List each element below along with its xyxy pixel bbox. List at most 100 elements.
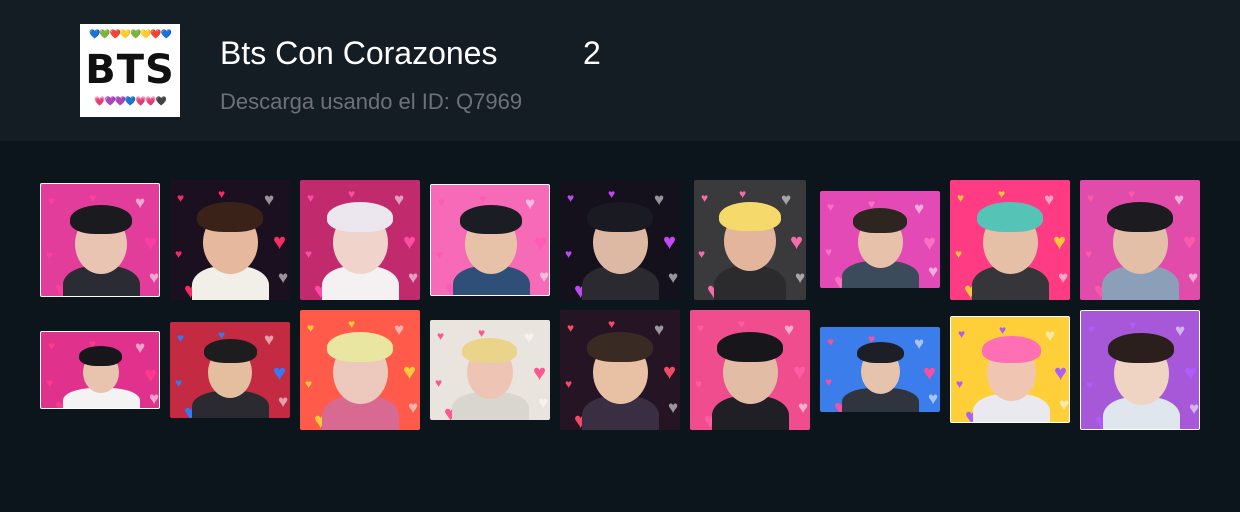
sticker-17[interactable]: ♥♥♥♥♥♥♥♥ [950, 316, 1070, 423]
heart-icon: ♥ [1054, 360, 1068, 385]
heart-icon: ♥ [48, 339, 56, 353]
heart-icon: ♥ [928, 262, 939, 281]
logo-hearts-top: 💙💚❤️💛💚💛❤️💙 [89, 29, 172, 39]
pack-count: 2 [583, 35, 601, 71]
heart-icon: ♥ [1183, 229, 1197, 254]
heart-icon: ♥ [567, 191, 575, 205]
heart-icon: ♥ [668, 398, 679, 417]
sticker-14[interactable]: ♥♥♥♥♥♥♥♥ [560, 310, 680, 430]
heart-icon: ♥ [663, 229, 677, 254]
pack-header: 💙💚❤️💛💚💛❤️💙 BTS 💗💜💜💙💗💗🖤 Bts Con Corazones… [0, 0, 1240, 141]
heart-icon: ♥ [1088, 322, 1096, 336]
heart-icon: ♥ [436, 248, 444, 262]
heart-icon: ♥ [654, 320, 665, 339]
heart-icon: ♥ [177, 331, 185, 345]
heart-icon: ♥ [408, 268, 419, 287]
heart-icon: ♥ [1085, 247, 1093, 261]
heart-icon: ♥ [668, 268, 679, 287]
heart-icon: ♥ [567, 321, 575, 335]
heart-icon: ♥ [348, 317, 356, 331]
heart-icon: ♥ [408, 398, 419, 417]
sticker-13[interactable]: ♥♥♥♥♥♥♥♥ [430, 320, 550, 420]
heart-icon: ♥ [534, 230, 548, 255]
sticker-11[interactable]: ♥♥♥♥♥♥♥♥ [170, 322, 290, 418]
heart-icon: ♥ [278, 268, 289, 287]
pack-title: Bts Con Corazones [220, 35, 498, 71]
heart-icon: ♥ [394, 190, 405, 209]
heart-icon: ♥ [218, 187, 226, 201]
heart-icon: ♥ [738, 317, 746, 331]
person-hair [982, 336, 1041, 363]
sticker-4[interactable]: ♥♥♥♥♥♥♥♥ [430, 184, 550, 296]
heart-icon: ♥ [177, 191, 185, 205]
heart-icon: ♥ [1129, 318, 1137, 332]
person-hair [587, 202, 653, 232]
heart-icon: ♥ [348, 187, 356, 201]
heart-icon: ♥ [955, 247, 963, 261]
heart-icon: ♥ [1184, 360, 1198, 385]
sticker-5[interactable]: ♥♥♥♥♥♥♥♥ [560, 180, 680, 300]
sticker-9[interactable]: ♥♥♥♥♥♥♥♥ [1080, 180, 1200, 300]
sticker-16[interactable]: ♥♥♥♥♥♥♥♥ [820, 327, 940, 412]
heart-icon: ♥ [1175, 321, 1186, 340]
sticker-15[interactable]: ♥♥♥♥♥♥♥♥ [690, 310, 810, 430]
sticker-10[interactable]: ♥♥♥♥♥♥♥♥ [40, 331, 160, 409]
heart-icon: ♥ [539, 267, 550, 286]
person-hair [462, 338, 517, 363]
heart-icon: ♥ [175, 376, 183, 390]
heart-icon: ♥ [827, 200, 835, 214]
person-hair [853, 208, 907, 233]
person-hair [1107, 202, 1173, 232]
heart-icon: ♥ [437, 329, 445, 343]
heart-icon: ♥ [135, 193, 146, 212]
person-body [714, 266, 786, 300]
person-hair [717, 332, 783, 362]
person-hair [197, 202, 263, 232]
logo-hearts-bottom: 💗💜💜💙💗💗🖤 [94, 96, 166, 106]
sticker-1[interactable]: ♥♥♥♥♥♥♥♥ [40, 183, 160, 297]
logo-text: BTS [85, 47, 175, 93]
heart-icon: ♥ [438, 195, 446, 209]
heart-icon: ♥ [48, 194, 56, 208]
heart-icon: ♥ [1087, 191, 1095, 205]
heart-icon: ♥ [739, 187, 747, 201]
heart-icon: ♥ [923, 360, 937, 385]
person-hair [79, 346, 122, 366]
heart-icon: ♥ [1188, 268, 1199, 287]
person-hair [857, 342, 904, 363]
heart-icon: ♥ [305, 247, 313, 261]
sticker-8[interactable]: ♥♥♥♥♥♥♥♥ [950, 180, 1070, 300]
heart-icon: ♥ [175, 247, 183, 261]
heart-icon: ♥ [914, 199, 925, 218]
heart-icon: ♥ [1053, 229, 1067, 254]
heart-icon: ♥ [825, 245, 833, 259]
sticker-18[interactable]: ♥♥♥♥♥♥♥♥ [1080, 310, 1200, 430]
heart-icon: ♥ [565, 377, 573, 391]
heart-icon: ♥ [654, 190, 665, 209]
sticker-7[interactable]: ♥♥♥♥♥♥♥♥ [820, 191, 940, 288]
person-hair [977, 202, 1043, 232]
heart-icon: ♥ [533, 360, 547, 385]
heart-icon: ♥ [923, 230, 937, 255]
heart-icon: ♥ [89, 191, 97, 205]
pack-logo: 💙💚❤️💛💚💛❤️💙 BTS 💗💜💜💙💗💗🖤 [80, 24, 180, 117]
person-hair [327, 202, 393, 232]
heart-icon: ♥ [1189, 399, 1200, 418]
sticker-12[interactable]: ♥♥♥♥♥♥♥♥ [300, 310, 420, 430]
sticker-3[interactable]: ♥♥♥♥♥♥♥♥ [300, 180, 420, 300]
heart-icon: ♥ [928, 389, 939, 408]
heart-icon: ♥ [403, 229, 417, 254]
heart-icon: ♥ [784, 320, 795, 339]
heart-icon: ♥ [565, 247, 573, 261]
heart-icon: ♥ [1045, 326, 1056, 345]
heart-icon: ♥ [608, 317, 616, 331]
person-hair [460, 205, 522, 234]
sticker-2[interactable]: ♥♥♥♥♥♥♥♥ [170, 180, 290, 300]
pack-download-id: Descarga usando el ID: Q7969 [220, 89, 523, 114]
heart-icon: ♥ [790, 229, 804, 254]
heart-icon: ♥ [273, 229, 287, 254]
heart-icon: ♥ [798, 398, 809, 417]
sticker-6[interactable]: ♥♥♥♥♥♥♥♥ [694, 180, 806, 300]
heart-icon: ♥ [701, 191, 709, 205]
heart-icon: ♥ [149, 268, 160, 287]
